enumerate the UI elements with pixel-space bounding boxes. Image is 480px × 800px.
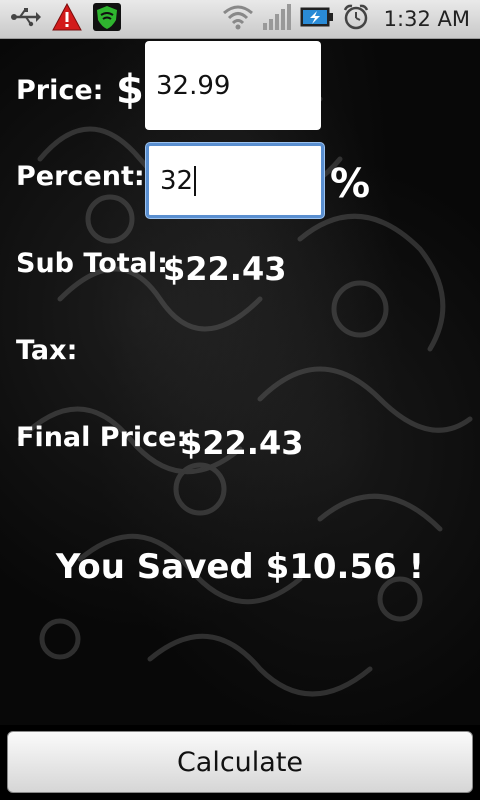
percent-label: Percent:: [16, 161, 145, 192]
calculate-button[interactable]: Calculate: [7, 731, 473, 793]
damask-background: [17, 81, 473, 697]
text-cursor: [194, 165, 197, 196]
usb-icon: [10, 6, 42, 32]
price-input-value: 32.99: [156, 70, 231, 101]
subtotal-value: $22.43: [163, 250, 287, 288]
status-bar: 1:32 AM: [0, 0, 480, 39]
alarm-icon: [342, 3, 370, 35]
notification-icons: [10, 2, 122, 36]
final-price-value: $22.43: [180, 424, 304, 462]
price-input[interactable]: 32.99: [145, 41, 321, 130]
warning-icon: [52, 2, 82, 35]
clock: 1:32 AM: [383, 7, 470, 31]
price-label: Price:: [16, 75, 104, 106]
main-content: Price: $ 32.99 Percent: 32 % Sub Total: …: [0, 39, 480, 725]
system-icons: 1:32 AM: [222, 4, 470, 34]
savings-message: You Saved $10.56 !: [55, 547, 425, 587]
battery-charging-icon: [300, 6, 334, 32]
subtotal-label: Sub Total:: [16, 248, 168, 279]
shield-icon: [92, 2, 122, 36]
wifi-icon: [222, 4, 254, 34]
signal-icon: [262, 3, 292, 35]
bottom-bar: Calculate: [0, 725, 480, 800]
percent-symbol: %: [330, 161, 371, 207]
percent-input-value: 32: [160, 165, 194, 196]
final-price-label: Final Price:: [16, 422, 188, 453]
tax-label: Tax:: [16, 335, 78, 366]
percent-input[interactable]: 32: [146, 143, 324, 218]
currency-symbol: $: [116, 67, 144, 113]
